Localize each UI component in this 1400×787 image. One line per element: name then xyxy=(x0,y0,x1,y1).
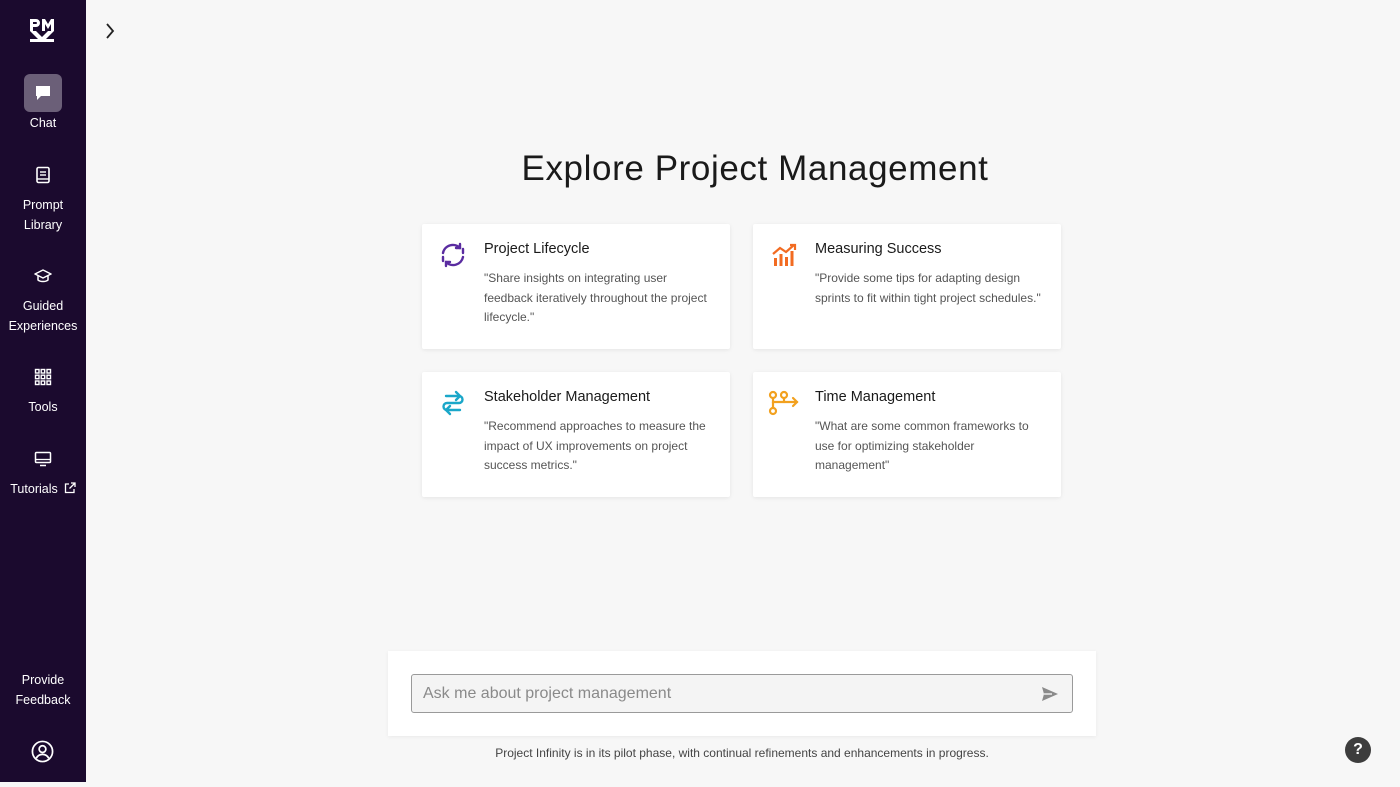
chat-icon xyxy=(24,74,62,112)
graduation-cap-icon xyxy=(24,257,62,295)
sidebar-item-tools[interactable]: Tools xyxy=(0,358,86,418)
chat-input-panel xyxy=(388,651,1096,736)
suggestion-card-project-lifecycle[interactable]: Project Lifecycle "Share insights on int… xyxy=(422,224,730,349)
card-prompt-text: "Share insights on integrating user feed… xyxy=(484,271,707,324)
sidebar-item-guided-experiences[interactable]: Guided Experiences xyxy=(0,257,86,336)
bar-chart-icon xyxy=(772,243,797,266)
sidebar-item-label: Chat xyxy=(29,116,57,130)
chevron-right-icon xyxy=(106,23,115,39)
provide-feedback-label: Provide Feedback xyxy=(15,673,71,707)
page-title: Explore Project Management xyxy=(521,149,989,188)
chat-input[interactable] xyxy=(412,675,1032,712)
external-link-icon xyxy=(64,482,76,494)
sidebar-item-label: Prompt Library xyxy=(22,198,64,232)
suggestion-card-stakeholder-management[interactable]: Stakeholder Management "Recommend approa… xyxy=(422,372,730,497)
sidebar-item-label-row: Tutorials xyxy=(10,480,76,500)
workflow-icon xyxy=(768,390,799,416)
chat-input-box xyxy=(411,674,1073,713)
suggestion-card-measuring-success[interactable]: Measuring Success "Provide some tips for… xyxy=(753,224,1061,349)
suggestion-card-time-management[interactable]: Time Management "What are some common fr… xyxy=(753,372,1061,497)
sidebar-item-label: Tutorials xyxy=(10,482,58,496)
card-title: Stakeholder Management xyxy=(484,389,651,405)
sidebar: Chat Prompt Library Guided Experiences T… xyxy=(0,0,86,782)
card-prompt-text: "Recommend approaches to measure the imp… xyxy=(484,419,706,472)
help-button[interactable]: ? xyxy=(1345,737,1371,763)
send-icon[interactable] xyxy=(1040,684,1060,704)
expand-sidebar-button[interactable] xyxy=(100,20,120,42)
sidebar-item-chat[interactable]: Chat xyxy=(0,74,86,134)
card-title: Time Management xyxy=(815,389,936,405)
monitor-icon xyxy=(24,440,62,478)
card-prompt-text: "Provide some tips for adapting design s… xyxy=(815,271,1041,305)
pilot-phase-notice: Project Infinity is in its pilot phase, … xyxy=(495,746,989,760)
card-title: Project Lifecycle xyxy=(484,241,590,257)
exchange-arrows-icon xyxy=(442,390,464,416)
card-prompt-text: "What are some common frameworks to use … xyxy=(815,419,1029,472)
sidebar-item-label: Tools xyxy=(28,400,58,414)
card-title: Measuring Success xyxy=(815,241,942,257)
pmi-logo[interactable] xyxy=(29,17,55,43)
sidebar-item-label: Guided Experiences xyxy=(8,299,78,333)
book-icon xyxy=(24,156,62,194)
grid-icon xyxy=(24,358,62,396)
cycle-arrows-icon xyxy=(441,242,465,268)
user-profile-icon[interactable] xyxy=(31,740,54,763)
sidebar-item-prompt-library[interactable]: Prompt Library xyxy=(0,156,86,235)
sidebar-item-tutorials[interactable]: Tutorials xyxy=(0,440,86,500)
provide-feedback-link[interactable]: Provide Feedback xyxy=(0,669,86,710)
